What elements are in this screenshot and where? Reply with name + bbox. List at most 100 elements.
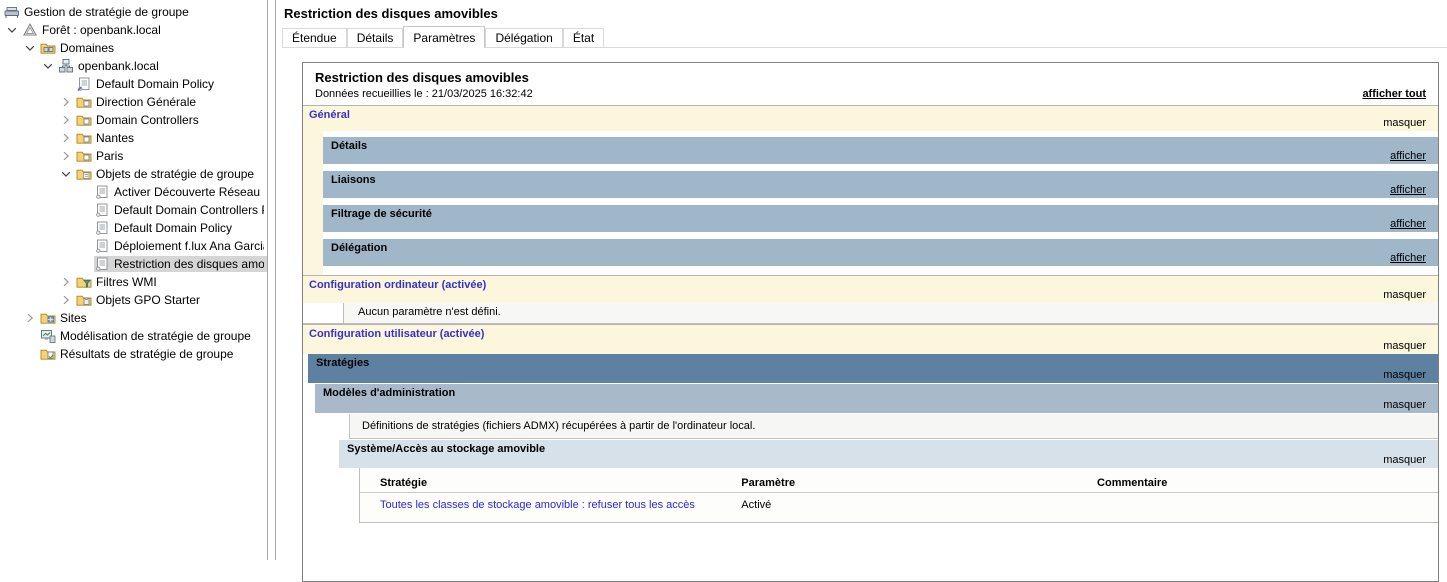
tree-item-hit[interactable]: Direction Générale — [76, 94, 199, 110]
chevron-right-icon[interactable] — [59, 275, 73, 289]
policy-link[interactable]: Toutes les classes de stockage amovible … — [380, 499, 695, 511]
hide-link[interactable]: masquer — [1383, 454, 1426, 466]
hide-link[interactable]: masquer — [1383, 369, 1426, 381]
tree-item-hit[interactable]: Default Domain Policy — [76, 76, 217, 92]
tree-item[interactable]: Forêt : openbank.local — [0, 21, 267, 39]
tree-item-hit[interactable]: Objets de stratégie de groupe — [76, 166, 257, 182]
tree-item[interactable]: Sites — [0, 309, 267, 327]
tree-item-hit[interactable]: Default Domain Controllers Po — [94, 202, 267, 218]
tree-item-hit[interactable]: Forêt : openbank.local — [22, 22, 164, 38]
gpo-icon — [94, 202, 110, 218]
report-header: Restriction des disques amovibles Donnée… — [303, 63, 1438, 105]
chevron-right-icon[interactable] — [59, 149, 73, 163]
domain-icon — [58, 58, 74, 74]
tree-item[interactable]: Domain Controllers — [0, 111, 267, 129]
chevron-right-icon[interactable] — [23, 311, 37, 325]
chevron-down-icon[interactable] — [23, 41, 37, 55]
band-details: Détailsafficher — [323, 137, 1438, 164]
tab-delegation[interactable]: Délégation — [485, 28, 562, 47]
chevron-down-icon[interactable] — [5, 23, 19, 37]
tree-item[interactable]: Default Domain Controllers Po — [0, 201, 267, 219]
tree-item[interactable]: openbank.local — [0, 57, 267, 75]
chevron-right-icon[interactable] — [59, 131, 73, 145]
band-admin-title: Modèles d'administration — [323, 387, 455, 399]
tree-item-hit[interactable]: Domain Controllers — [76, 112, 202, 128]
tab-parametres[interactable]: Paramètres — [403, 26, 485, 48]
show-link[interactable]: afficher — [1390, 150, 1426, 162]
tree-item-label: Nantes — [96, 131, 134, 145]
tree-item[interactable]: Gestion de stratégie de groupe — [0, 3, 267, 21]
chevron-down-icon[interactable] — [59, 167, 73, 181]
section-general-body: DétailsafficherLiaisonsafficherFiltrage … — [303, 131, 1438, 275]
tree-item-hit[interactable]: Déploiement f.lux Ana Garcia — [94, 238, 267, 254]
policy-table-box: StratégieParamètreCommentaire Toutes les… — [359, 468, 1438, 523]
gpo-tab-bar: ÉtendueDétailsParamètresDélégationÉtat — [282, 26, 1447, 48]
ou-icon — [76, 130, 92, 146]
starter-icon — [76, 292, 92, 308]
chevron-right-icon[interactable] — [59, 113, 73, 127]
tree-item-hit[interactable]: Nantes — [76, 130, 137, 146]
tree-item[interactable]: Nantes — [0, 129, 267, 147]
tree-item-hit[interactable]: Default Domain Policy — [94, 220, 235, 236]
tab-details[interactable]: Détails — [347, 28, 404, 47]
wmi-icon — [76, 274, 92, 290]
tree-item-hit[interactable]: Filtres WMI — [76, 274, 160, 290]
hide-link[interactable]: masquer — [1383, 340, 1426, 352]
tree-item[interactable]: Activer Découverte Réseau — [0, 183, 267, 201]
tree-item-hit[interactable]: Résultats de stratégie de groupe — [40, 346, 236, 362]
section-general-title: Général — [309, 109, 350, 121]
tree-item[interactable]: Déploiement f.lux Ana Garcia — [0, 237, 267, 255]
hide-link[interactable]: masquer — [1383, 399, 1426, 411]
tree-item[interactable]: Paris — [0, 147, 267, 165]
tree-item[interactable]: Objets GPO Starter — [0, 291, 267, 309]
tree-item-hit[interactable]: Gestion de stratégie de groupe — [4, 4, 192, 20]
chevron-right-icon[interactable] — [59, 95, 73, 109]
tree-item[interactable]: Default Domain Policy — [0, 75, 267, 93]
chevron-down-icon[interactable] — [41, 59, 55, 73]
tree-item-hit[interactable]: Paris — [76, 148, 126, 164]
tree-item-label: Default Domain Policy — [114, 221, 232, 235]
tree-item-label: Restriction des disques amovib — [114, 257, 264, 271]
tree-item-hit[interactable]: Modélisation de stratégie de groupe — [40, 328, 254, 344]
show-link[interactable]: afficher — [1390, 252, 1426, 264]
tree-item[interactable]: Modélisation de stratégie de groupe — [0, 327, 267, 345]
band-delegation: Délégationafficher — [323, 239, 1438, 266]
tree-item-hit[interactable]: Objets GPO Starter — [76, 292, 203, 308]
tree-item-hit[interactable]: Sites — [40, 310, 90, 326]
section-user-title: Configuration utilisateur (activée) — [309, 328, 484, 340]
tree-item-hit[interactable]: openbank.local — [58, 58, 162, 74]
tree-item[interactable]: Filtres WMI — [0, 273, 267, 291]
tree-item-label: Gestion de stratégie de groupe — [24, 5, 189, 19]
policy-table-row: Toutes les classes de stockage amovible … — [360, 493, 1438, 514]
tree-item[interactable]: Objets de stratégie de groupe — [0, 165, 267, 183]
gpo-icon — [94, 238, 110, 254]
tree-item[interactable]: Résultats de stratégie de groupe — [0, 345, 267, 363]
tab-etat[interactable]: État — [563, 28, 604, 47]
chevron-right-icon[interactable] — [59, 293, 73, 307]
tree-item[interactable]: Default Domain Policy — [0, 219, 267, 237]
show-link[interactable]: afficher — [1390, 218, 1426, 230]
tree-item[interactable]: Restriction des disques amovib — [0, 255, 267, 273]
tree-item[interactable]: Direction Générale — [0, 93, 267, 111]
tree-item-hit[interactable]: Domaines — [40, 40, 117, 56]
tree-item-hit[interactable]: Activer Découverte Réseau — [94, 184, 263, 200]
results-icon — [40, 346, 56, 362]
sites-icon — [40, 310, 56, 326]
hide-link[interactable]: masquer — [1383, 289, 1426, 301]
report-collected-date: Données recueillies le : 21/03/2025 16:3… — [315, 88, 533, 100]
gpo-icon — [94, 184, 110, 200]
settings-report: Restriction des disques amovibles Donnée… — [302, 62, 1439, 582]
tree-item-label: Forêt : openbank.local — [42, 23, 161, 37]
tree-item[interactable]: Domaines — [0, 39, 267, 57]
tree-item-hit[interactable]: Restriction des disques amovib — [94, 256, 267, 272]
tree-item-label: Sites — [60, 311, 87, 325]
hide-link[interactable]: masquer — [1383, 117, 1426, 129]
show-all-link[interactable]: afficher tout — [1362, 88, 1426, 100]
policy-table: StratégieParamètreCommentaire Toutes les… — [360, 474, 1438, 513]
tab-etendue[interactable]: Étendue — [282, 28, 347, 47]
policy-table-header: Commentaire — [1093, 474, 1438, 493]
show-link[interactable]: afficher — [1390, 184, 1426, 196]
policy-table-header: Paramètre — [737, 474, 1093, 493]
band-filtrage-de-securite: Filtrage de sécuritéafficher — [323, 205, 1438, 232]
gpmc-tree-sidebar: Gestion de stratégie de groupe Forêt : op… — [0, 0, 268, 560]
